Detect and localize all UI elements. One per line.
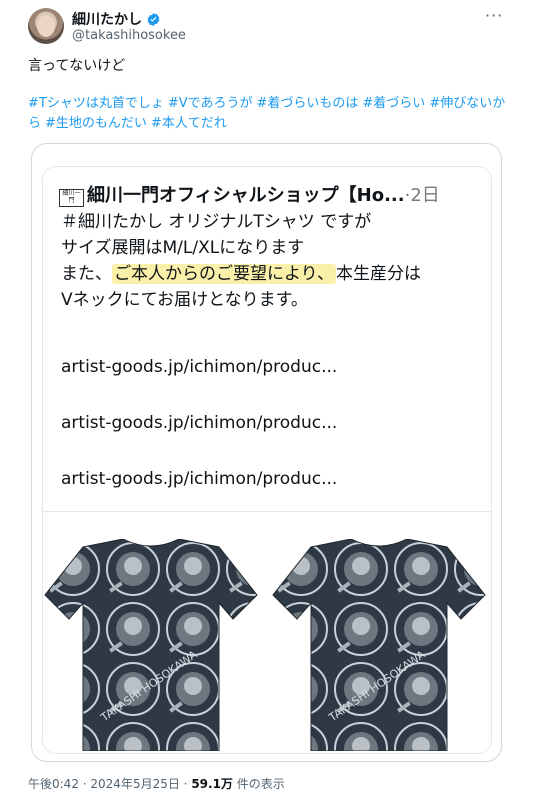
view-count: 59.1万 [191,777,233,791]
hashtag-list: #Tシャツは丸首でしょ #Vであろうが #着づらいものは #着づらい #伸びないから #生… [28,94,518,134]
quoted-body: ＃細川たかし オリジナルTシャツ ですが サイズ展開はM/L/XLになります ま… [61,209,481,313]
quoted-body-pre: また、 [61,264,112,284]
tweet-time[interactable]: 午後0:42 [28,777,79,791]
quoted-body-line: ＃細川たかし オリジナルTシャツ ですが [61,212,372,232]
quoted-time-ago: ·2日 [404,185,440,206]
quoted-title: 細川一門オフィシャルショップ【Ho...·2日 [87,181,440,207]
tshirt-product-image: TAKASHI HOSOKAWA TAKASHI HOSOKAWA [44,539,486,751]
media-card[interactable]: 細川一門 細川一門オフィシャルショップ【Ho...·2日 ＃細川たかし オリジナ… [31,143,502,762]
hashtag-link[interactable]: #Vであろうが [168,96,253,111]
quoted-tweet-screenshot[interactable]: 細川一門 細川一門オフィシャルショップ【Ho...·2日 ＃細川たかし オリジナ… [42,166,492,754]
hashtag-link[interactable]: #Tシャツは丸首でしょ [28,96,164,111]
quoted-body-post: 本生産分は [335,264,421,284]
tshirt-left-graphic: TAKASHI HOSOKAWA [44,539,258,751]
author-handle[interactable]: @takashihosokee [72,28,186,43]
hashtag-link[interactable]: #生地のもんだい [45,116,147,131]
quoted-body-line: また、 ご本人からのご要望により、 本生産分は [61,261,481,287]
quoted-body-line: Vネックにてお届けとなります。 [61,290,308,310]
tweet-meta: 午後0:42 · 2024年5月25日 · 59.1万 件の表示 [28,777,285,791]
highlighted-text: ご本人からのご要望により、 [112,264,336,284]
shop-logo: 細川一門 [59,189,84,207]
verified-badge-icon [147,12,160,26]
view-label: 件の表示 [236,777,285,791]
quoted-shop-name: 細川一門オフィシャルショップ【Ho... [87,185,405,206]
hashtag-link[interactable]: #着づらいものは [257,96,359,111]
author-name-row[interactable]: 細川たかし [72,9,161,29]
hashtag-link[interactable]: #本人てだれ [151,116,227,131]
product-link[interactable]: artist-goods.jp/ichimon/produc... [61,357,337,377]
hashtag-link[interactable]: #着づらい [362,96,425,111]
product-link[interactable]: artist-goods.jp/ichimon/produc... [61,413,337,433]
product-link[interactable]: artist-goods.jp/ichimon/produc... [61,469,337,489]
divider [43,511,491,512]
avatar[interactable] [28,8,64,44]
quoted-body-line: サイズ展開はM/L/XLになります [61,238,305,258]
avatar-face [37,15,55,37]
tshirt-right-graphic: TAKASHI HOSOKAWA [272,539,486,751]
tweet-text: 言ってないけど [28,58,126,74]
more-options-icon[interactable]: ··· [485,6,503,25]
tweet-date[interactable]: 2024年5月25日 [90,777,179,791]
author-name[interactable]: 細川たかし [72,9,142,29]
